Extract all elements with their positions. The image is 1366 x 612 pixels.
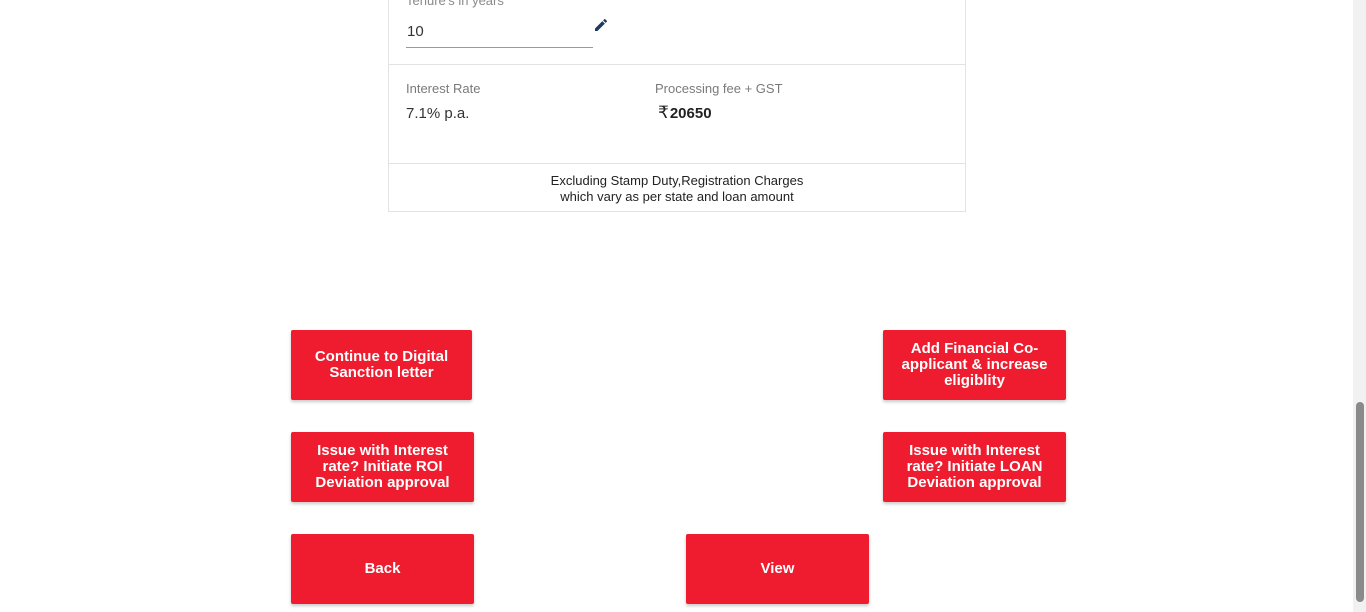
view-button[interactable]: View (686, 534, 869, 604)
processing-fee-label: Processing fee + GST (655, 81, 783, 96)
page: Tenure's in years 10 Interest Rate 7.1% … (0, 0, 1366, 612)
back-button[interactable]: Back (291, 534, 474, 604)
charges-note-line-2: which vary as per state and loan amount (560, 189, 794, 204)
tenure-label: Tenure's in years (406, 0, 504, 8)
loan-summary-card: Tenure's in years 10 Interest Rate 7.1% … (388, 0, 966, 212)
charges-note-line-1: Excluding Stamp Duty,Registration Charge… (550, 173, 804, 188)
rates-section: Interest Rate 7.1% p.a. Processing fee +… (389, 64, 965, 164)
roi-deviation-button[interactable]: Issue with Interest rate? Initiate ROI D… (291, 432, 474, 502)
continue-sanction-letter-button[interactable]: Continue to Digital Sanction letter (291, 330, 472, 400)
processing-fee-amount: 20650 (669, 105, 712, 122)
vertical-scrollbar[interactable] (1353, 0, 1366, 612)
tenure-field[interactable]: 10 (406, 17, 593, 48)
tenure-value[interactable]: 10 (407, 23, 424, 41)
add-co-applicant-button[interactable]: Add Financial Co-applicant & increase el… (883, 330, 1066, 400)
rupee-icon: ₹ (658, 103, 669, 122)
scrollbar-thumb[interactable] (1356, 402, 1364, 602)
tenure-section: Tenure's in years 10 (389, 0, 965, 65)
interest-rate-label: Interest Rate (406, 81, 481, 96)
charges-note: Excluding Stamp Duty,Registration Charge… (389, 164, 965, 211)
loan-deviation-button[interactable]: Issue with Interest rate? Initiate LOAN … (883, 432, 1066, 502)
interest-rate-value: 7.1% p.a. (406, 105, 470, 122)
processing-fee-value: ₹20650 (658, 104, 712, 123)
edit-icon[interactable] (593, 17, 609, 33)
